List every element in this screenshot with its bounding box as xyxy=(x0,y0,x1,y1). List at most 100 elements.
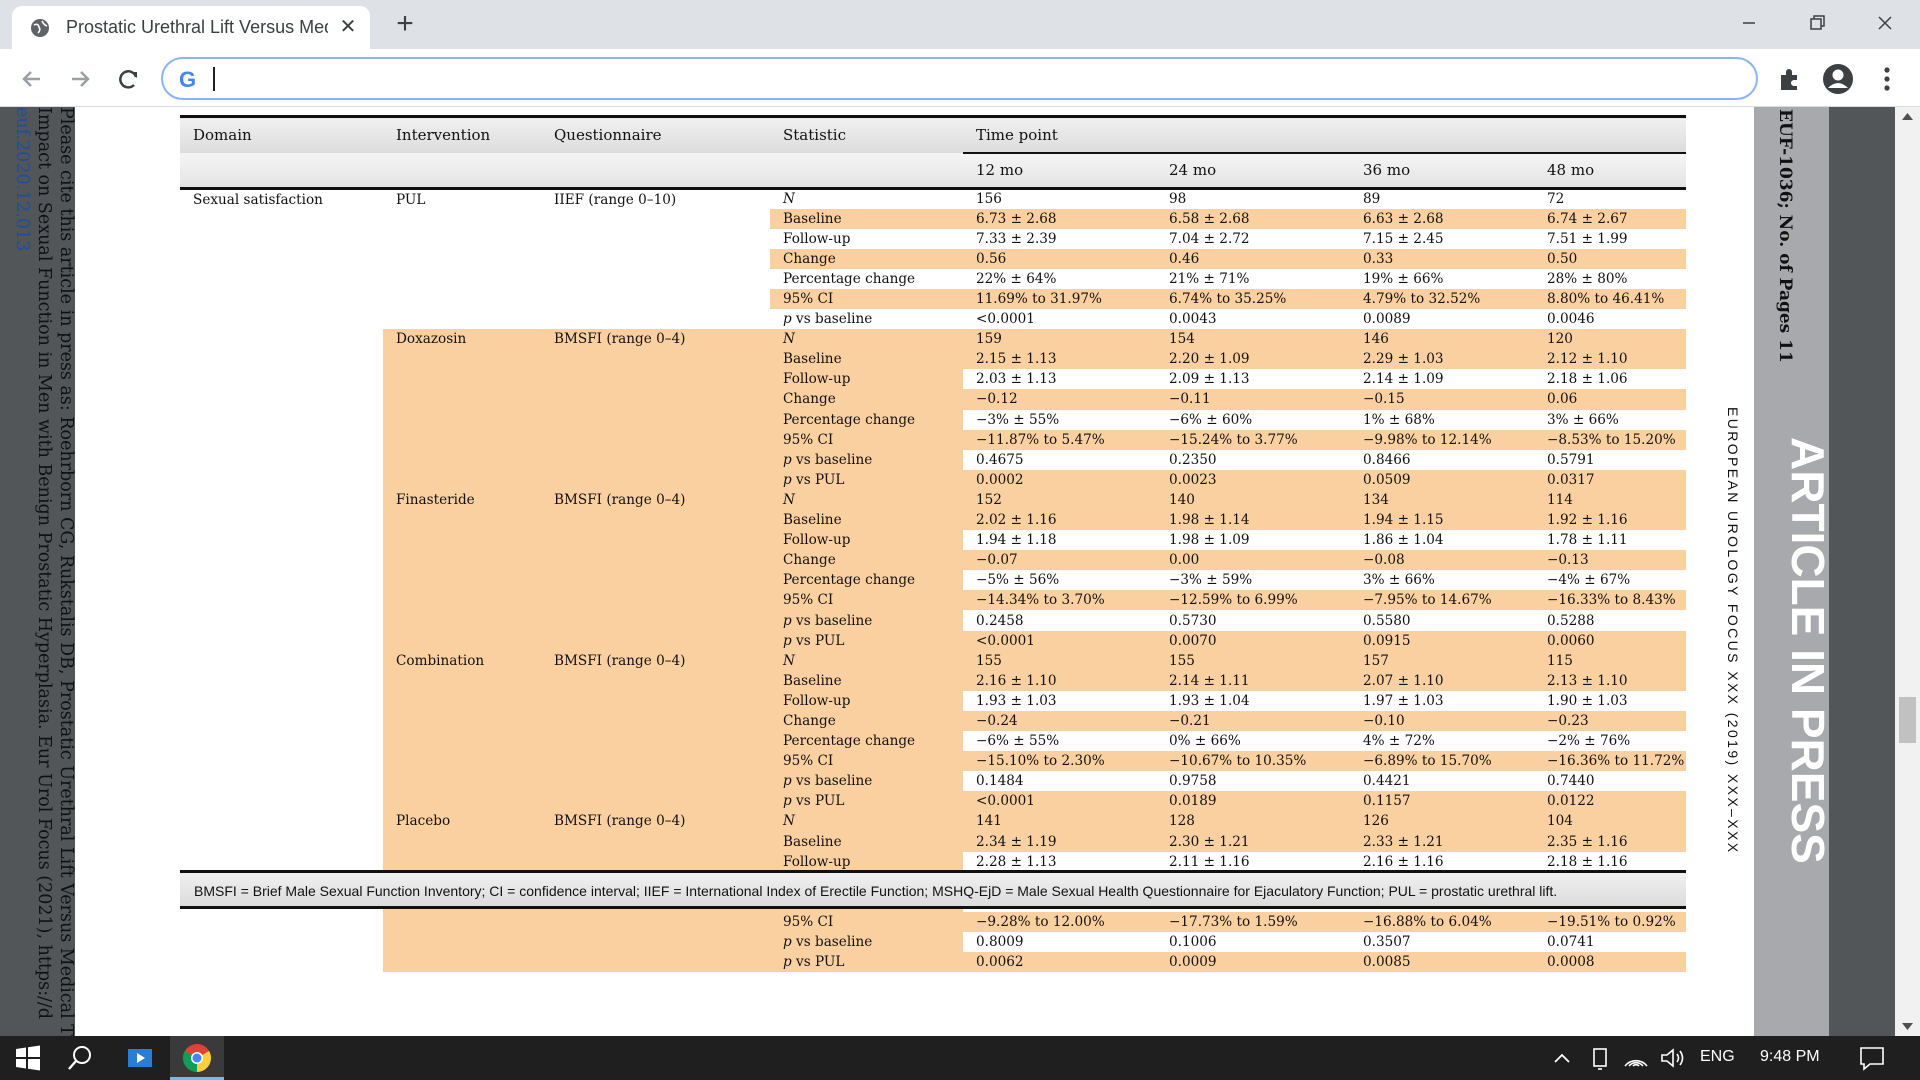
browser-tab[interactable]: Prostatic Urethral Lift Versus Medical T… xyxy=(12,6,370,49)
value-cell: 154 xyxy=(1156,329,1350,350)
value-cell: 1% ± 68% xyxy=(1363,411,1435,428)
value-cell: 2.14 ± 1.11 xyxy=(1156,670,1350,691)
chevron-up-icon[interactable] xyxy=(1546,1042,1578,1074)
value-cell: 0.0317 xyxy=(1534,469,1687,490)
extensions-icon[interactable] xyxy=(1772,62,1806,96)
value-cell: 0.2350 xyxy=(1169,451,1217,468)
minimize-icon[interactable] xyxy=(1726,6,1772,40)
media-app-icon[interactable] xyxy=(124,1042,156,1074)
value-cell: 2.33 ± 1.21 xyxy=(1350,831,1534,852)
scroll-down-icon[interactable] xyxy=(1901,1022,1914,1032)
table-row: Sexual satisfaction PUL IIEF (range 0–10) N… xyxy=(180,189,1686,209)
value-cell: 0.0070 xyxy=(1156,630,1350,651)
value-cell: −0.11 xyxy=(1156,389,1350,410)
value-cell: 72 xyxy=(1547,191,1565,208)
address-bar[interactable]: G xyxy=(161,57,1758,100)
scroll-up-icon[interactable] xyxy=(1901,111,1914,121)
questionnaire-cell: IIEF (range 0–10) xyxy=(554,192,677,208)
tab-close-icon[interactable]: ✕ xyxy=(336,15,360,39)
statistic-cell: 95% CI xyxy=(770,590,963,611)
table-row: Finasteride BMSFI (range 0–4) N 152 140 134 11… xyxy=(180,489,1687,651)
value-cell: 0.9758 xyxy=(1169,773,1217,790)
header-blank xyxy=(383,152,541,190)
value-cell: −8.53% to 15.20% xyxy=(1534,429,1687,450)
value-cell: 0.06 xyxy=(1534,389,1687,410)
search-icon[interactable] xyxy=(64,1042,96,1074)
value-cell: 7.51 ± 1.99 xyxy=(1547,230,1628,247)
header-blank xyxy=(541,152,770,190)
value-cell: 1.97 ± 1.03 xyxy=(1363,692,1444,709)
statistic-cell: p vs baseline xyxy=(770,610,963,631)
volume-icon[interactable] xyxy=(1656,1042,1688,1074)
table-body: Sexual satisfaction PUL IIEF (range 0–10) N… xyxy=(180,189,1687,973)
new-tab-button[interactable]: + xyxy=(388,8,422,42)
value-cell: −17.73% to 1.59% xyxy=(1156,911,1350,932)
value-cell: 0.0046 xyxy=(1547,311,1595,328)
value-cell: 0.0002 xyxy=(963,469,1156,490)
wifi-icon[interactable] xyxy=(1620,1042,1652,1074)
questionnaire-cell: BMSFI (range 0–4) xyxy=(541,329,770,490)
value-cell: −9.28% to 12.00% xyxy=(963,911,1156,932)
menu-dots-icon[interactable] xyxy=(1870,62,1904,96)
statistic-cell: N xyxy=(783,191,795,208)
value-cell: 1.86 ± 1.04 xyxy=(1363,532,1444,549)
statistic-cell: Change xyxy=(770,550,963,571)
header-statistic: Statistic xyxy=(770,115,963,153)
clock[interactable]: 9:48 PM xyxy=(1760,1048,1820,1066)
citation-line-1: Please cite this article in press as: Ro… xyxy=(56,107,75,1036)
value-cell: −4% ± 67% xyxy=(1547,572,1631,589)
value-cell: 0.7440 xyxy=(1547,773,1595,790)
table-footnote: BMSFI = Brief Male Sexual Function Inven… xyxy=(180,873,1686,909)
scroll-thumb[interactable] xyxy=(1899,697,1916,743)
header-domain: Domain xyxy=(180,115,383,153)
value-cell: 0.5730 xyxy=(1169,612,1217,629)
value-cell: −2% ± 76% xyxy=(1547,733,1631,750)
close-window-icon[interactable] xyxy=(1862,6,1908,40)
language-indicator[interactable]: ENG xyxy=(1700,1048,1735,1066)
chrome-taskbar-item[interactable] xyxy=(170,1036,224,1080)
profile-icon[interactable] xyxy=(1821,62,1855,96)
value-cell: 8.80% to 46.41% xyxy=(1534,288,1687,310)
value-cell: 0.0509 xyxy=(1350,469,1534,490)
statistic-cell: Baseline xyxy=(770,208,963,229)
value-cell: 4% ± 72% xyxy=(1363,733,1435,750)
notifications-icon[interactable] xyxy=(1856,1042,1888,1074)
restore-icon[interactable] xyxy=(1794,6,1840,40)
statistic-cell: p vs baseline xyxy=(770,931,963,953)
value-cell: 0.0060 xyxy=(1534,630,1687,651)
questionnaire-cell: BMSFI (range 0–4) xyxy=(541,489,770,651)
vertical-scrollbar[interactable] xyxy=(1895,107,1920,1036)
back-icon[interactable] xyxy=(16,63,48,95)
statistic-cell: Follow-up xyxy=(770,530,963,551)
value-cell: 104 xyxy=(1534,811,1687,832)
statistic-cell: Follow-up xyxy=(783,230,851,247)
statistic-cell: Percentage change xyxy=(770,570,963,591)
value-cell: 21% ± 71% xyxy=(1169,270,1250,287)
header-blank xyxy=(180,152,383,190)
value-cell: −6% ± 55% xyxy=(976,733,1060,750)
value-cell: 7.04 ± 2.72 xyxy=(1169,230,1250,247)
value-cell: −3% ± 59% xyxy=(1169,572,1253,589)
windows-start-icon[interactable] xyxy=(12,1042,44,1074)
value-cell: 0.0008 xyxy=(1534,952,1687,973)
value-cell: 0.0085 xyxy=(1350,952,1534,973)
citation-line-2: Impact on Sexual Function in Men with Be… xyxy=(34,107,54,1019)
citation-line-3[interactable]: euf.2020.12.013 xyxy=(12,107,32,251)
value-cell: 2.20 ± 1.09 xyxy=(1156,349,1350,370)
statistic-cell: Baseline xyxy=(770,670,963,691)
value-cell: 128 xyxy=(1156,811,1350,832)
header-48mo: 48 mo xyxy=(1534,152,1687,190)
value-cell: 1.90 ± 1.03 xyxy=(1547,692,1628,709)
reload-icon[interactable] xyxy=(112,63,144,95)
value-cell: 6.73 ± 2.68 xyxy=(963,208,1156,229)
header-36mo: 36 mo xyxy=(1350,152,1534,190)
journal-line: EUROPEAN UROLOGY FOCUS XXX (2019) XXX–XX… xyxy=(1725,407,1741,854)
value-cell: 2.29 ± 1.03 xyxy=(1350,349,1534,370)
forward-icon[interactable] xyxy=(64,63,96,95)
value-cell: 2.03 ± 1.13 xyxy=(976,371,1057,388)
statistic-cell: 95% CI xyxy=(770,288,963,310)
device-icon[interactable] xyxy=(1584,1042,1616,1074)
statistic-cell: Percentage change xyxy=(770,731,963,752)
table-row: Placebo BMSFI (range 0–4) N 141 128 126 104 xyxy=(180,811,1687,973)
value-cell: 141 xyxy=(963,811,1156,832)
